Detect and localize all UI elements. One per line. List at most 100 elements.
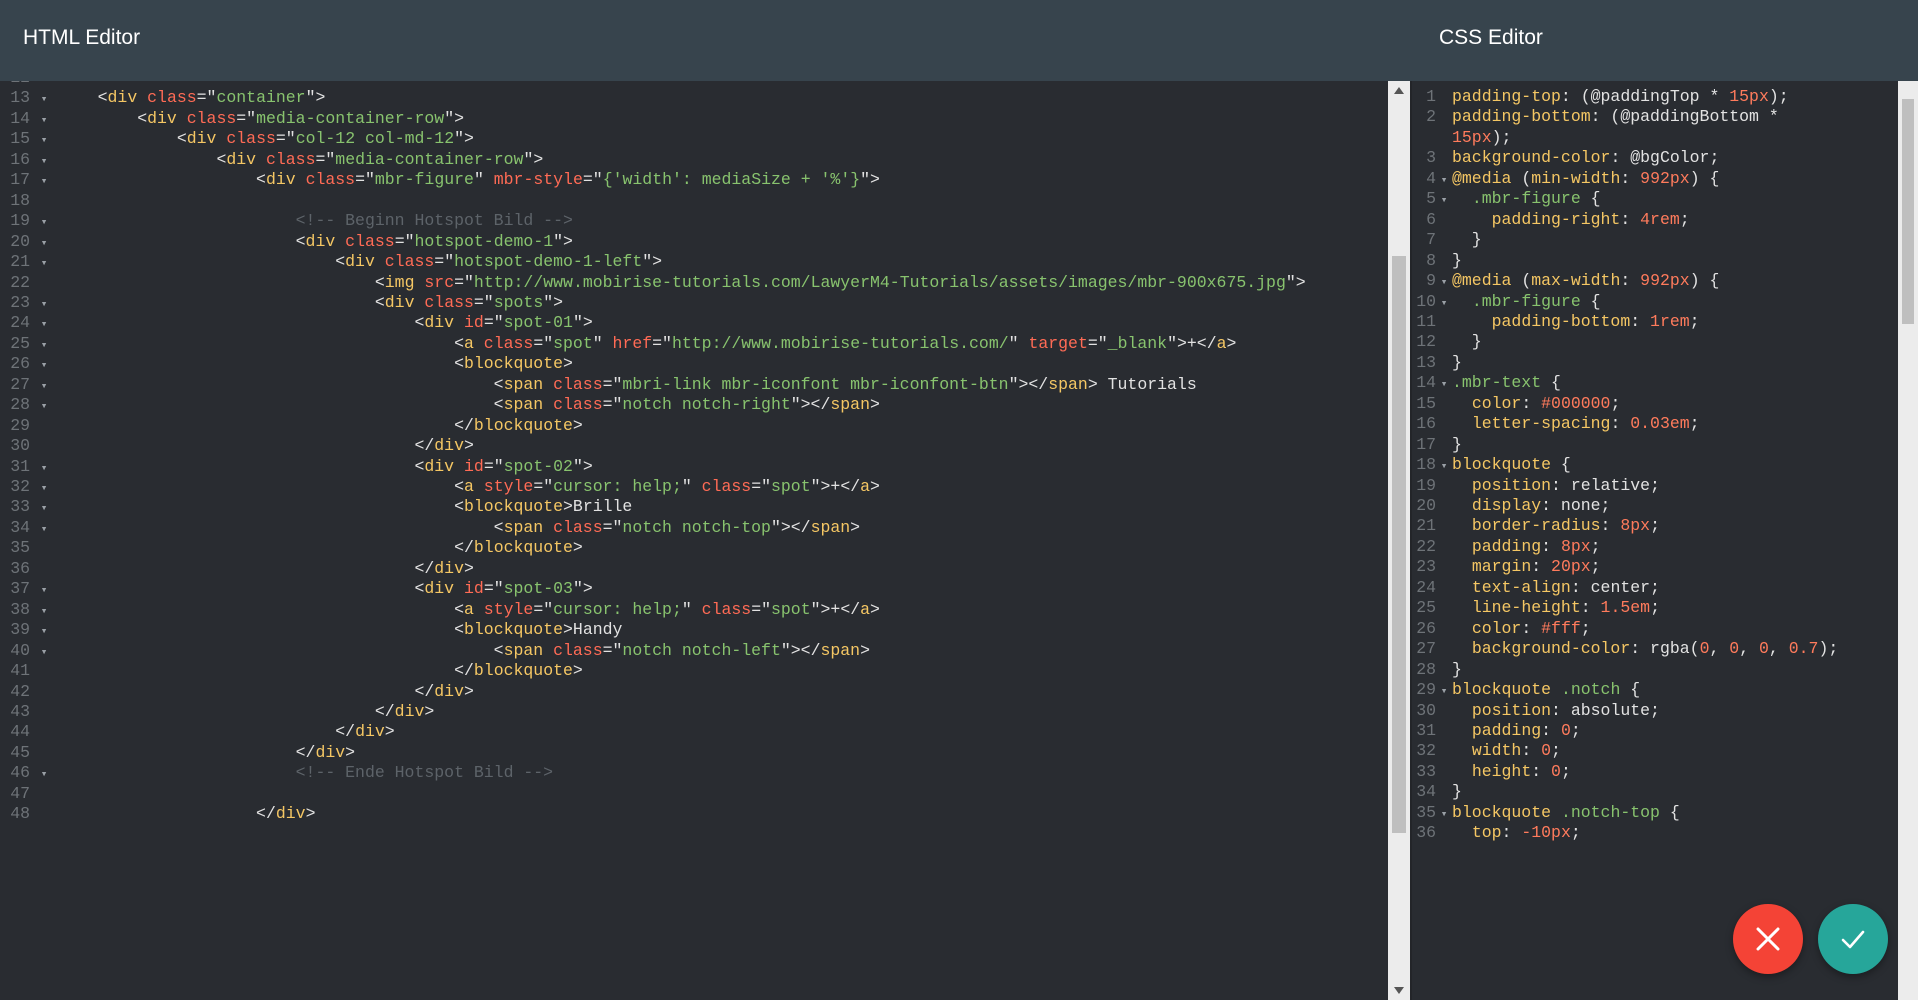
code-line[interactable]: 15px); — [1412, 128, 1511, 148]
fold-arrow-icon[interactable]: ▾ — [30, 479, 58, 499]
fold-arrow-icon[interactable]: ▾ — [30, 172, 58, 192]
code-line[interactable]: 44 </div> — [0, 722, 395, 742]
code-line[interactable]: 25 line-height: 1.5em; — [1412, 598, 1660, 618]
code-line[interactable]: 36 top: -10px; — [1412, 823, 1581, 843]
code-line[interactable]: 30 position: absolute; — [1412, 701, 1660, 721]
fold-arrow-icon[interactable]: ▾ — [1436, 682, 1452, 702]
code-line[interactable]: 12 } — [1412, 332, 1482, 352]
code-line[interactable]: 8} — [1412, 251, 1462, 271]
code-line[interactable]: 9 ▾ @media (max-width: 992px) { — [1412, 271, 1719, 291]
fold-arrow-icon[interactable]: ▾ — [1436, 375, 1452, 395]
code-line[interactable]: 34 ▾ <span class="notch notch-top"></span… — [0, 518, 860, 538]
code-line[interactable]: 16 ▾ <div class="media-container-row"> — [0, 150, 543, 170]
scroll-down-arrow-icon[interactable] — [1394, 987, 1404, 994]
code-line[interactable]: 19 ▾ <!-- Beginn Hotspot Bild --> — [0, 211, 573, 231]
code-line[interactable]: 13} — [1412, 353, 1462, 373]
code-line[interactable]: 21 border-radius: 8px; — [1412, 516, 1660, 536]
code-line[interactable]: 23 ▾ <div class="spots"> — [0, 293, 563, 313]
code-line[interactable]: 32 width: 0; — [1412, 741, 1561, 761]
fold-arrow-icon[interactable]: ▾ — [30, 765, 58, 785]
fold-arrow-icon[interactable]: ▾ — [1436, 171, 1452, 191]
fold-arrow-icon[interactable]: ▾ — [30, 336, 58, 356]
css-scrollbar-thumb[interactable] — [1902, 99, 1914, 324]
code-line[interactable]: 24 text-align: center; — [1412, 578, 1660, 598]
code-line[interactable]: 28 ▾ <span class="notch notch-right"></sp… — [0, 395, 880, 415]
scroll-up-arrow-icon[interactable] — [1394, 87, 1404, 94]
code-line[interactable]: 29 </blockquote> — [0, 416, 583, 436]
code-line[interactable]: 31 ▾ <div id="spot-02"> — [0, 457, 593, 477]
code-line[interactable]: 26 ▾ <blockquote> — [0, 354, 573, 374]
code-line[interactable]: 48 </div> — [0, 804, 315, 824]
code-line[interactable]: 15 ▾ <div class="col-12 col-md-12"> — [0, 129, 474, 149]
code-line[interactable]: 34} — [1412, 782, 1462, 802]
fold-arrow-icon[interactable]: ▾ — [30, 152, 58, 172]
code-line[interactable]: 45 </div> — [0, 743, 355, 763]
code-line[interactable]: 6 padding-right: 4rem; — [1412, 210, 1690, 230]
code-line[interactable]: 37 ▾ <div id="spot-03"> — [0, 579, 593, 599]
code-line[interactable]: 26 color: #fff; — [1412, 619, 1590, 639]
code-line[interactable]: 42 </div> — [0, 682, 474, 702]
fold-arrow-icon[interactable]: ▾ — [1436, 457, 1452, 477]
code-line[interactable]: 36 </div> — [0, 559, 474, 579]
fold-arrow-icon[interactable]: ▾ — [30, 622, 58, 642]
fold-arrow-icon[interactable]: ▾ — [30, 581, 58, 601]
cancel-button[interactable] — [1733, 904, 1803, 974]
fold-arrow-icon[interactable]: ▾ — [30, 499, 58, 519]
html-editor-scrollbar[interactable] — [1388, 81, 1410, 1000]
code-line[interactable]: 41 </blockquote> — [0, 661, 583, 681]
code-line[interactable]: 15 color: #000000; — [1412, 394, 1620, 414]
code-line[interactable]: 35 </blockquote> — [0, 538, 583, 558]
fold-arrow-icon[interactable]: ▾ — [1436, 805, 1452, 825]
code-line[interactable]: 39 ▾ <blockquote>Handy — [0, 620, 622, 640]
code-line[interactable]: 18 ▾ blockquote { — [1412, 455, 1571, 475]
code-line[interactable]: 18 — [0, 191, 58, 211]
code-line[interactable]: 5 ▾ .mbr-figure { — [1412, 189, 1600, 211]
code-line[interactable]: 21 ▾ <div class="hotspot-demo-1-left"> — [0, 252, 662, 272]
fold-arrow-icon[interactable]: ▾ — [30, 643, 58, 663]
code-line[interactable]: 30 </div> — [0, 436, 474, 456]
code-line[interactable]: 28} — [1412, 660, 1462, 680]
code-line[interactable]: 3 background-color: @bgColor; — [1412, 148, 1719, 168]
html-scrollbar-thumb[interactable] — [1392, 256, 1406, 833]
code-line[interactable]: 27 ▾ <span class="mbri-link mbr-iconfont … — [0, 375, 1197, 395]
code-line[interactable]: 17 ▾ <div class="mbr-figure" mbr-style="{… — [0, 170, 880, 190]
fold-arrow-icon[interactable]: ▾ — [30, 315, 58, 335]
code-line[interactable]: 7 } — [1412, 230, 1482, 250]
fold-arrow-icon[interactable]: ▾ — [30, 377, 58, 397]
fold-arrow-icon[interactable]: ▾ — [30, 111, 58, 131]
fold-arrow-icon[interactable]: ▾ — [1436, 191, 1452, 211]
fold-arrow-icon[interactable]: ▾ — [1436, 273, 1452, 293]
code-line[interactable]: 35 ▾ blockquote .notch-top { — [1412, 803, 1680, 823]
fold-arrow-icon[interactable]: ▾ — [30, 254, 58, 274]
fold-arrow-icon[interactable]: ▾ — [30, 213, 58, 233]
code-line[interactable]: 13 ▾ <div class="container"> — [0, 88, 325, 108]
code-line[interactable]: 1 padding-top: (@paddingTop * 15px); — [1412, 87, 1789, 107]
fold-arrow-icon[interactable]: ▾ — [30, 520, 58, 540]
code-line[interactable]: 33 ▾ <blockquote>Brille — [0, 497, 632, 517]
code-line[interactable]: 12 — [0, 81, 58, 88]
code-line[interactable]: 20 display: none; — [1412, 496, 1610, 516]
fold-arrow-icon[interactable]: ▾ — [30, 397, 58, 417]
code-line[interactable]: 4 ▾ @media (min-width: 992px) { — [1412, 169, 1719, 189]
fold-arrow-icon[interactable]: ▾ — [1436, 294, 1452, 314]
fold-arrow-icon[interactable]: ▾ — [30, 459, 58, 479]
code-line[interactable]: 33 height: 0; — [1412, 762, 1571, 782]
code-line[interactable]: 16 letter-spacing: 0.03em; — [1412, 414, 1699, 434]
code-line[interactable]: 20 ▾ <div class="hotspot-demo-1"> — [0, 232, 573, 252]
code-line[interactable]: 22 padding: 8px; — [1412, 537, 1600, 557]
code-line[interactable]: 46 ▾ <!-- Ende Hotspot Bild --> — [0, 763, 553, 783]
html-code-editor[interactable]: 1213▾ <div class="container">14▾ <div cl… — [0, 81, 1388, 1000]
code-line[interactable]: 10 ▾ .mbr-figure { — [1412, 292, 1600, 314]
code-line[interactable]: 23 margin: 20px; — [1412, 557, 1600, 577]
code-line[interactable]: 17} — [1412, 435, 1462, 455]
code-line[interactable]: 22 <img src="http://www.mobirise-tutoria… — [0, 273, 1305, 293]
code-line[interactable]: 2 padding-bottom: (@paddingBottom * — [1412, 107, 1779, 127]
code-line[interactable]: 43 </div> — [0, 702, 434, 722]
code-line[interactable]: 25 ▾ <a class="spot" href="http://www.mob… — [0, 334, 1236, 354]
code-line[interactable]: 40 ▾ <span class="notch notch-left"></spa… — [0, 641, 870, 661]
fold-arrow-icon[interactable]: ▾ — [30, 234, 58, 254]
code-line[interactable]: 47 — [0, 784, 58, 804]
code-line[interactable]: 32 ▾ <a style="cursor: help;" class="spot… — [0, 477, 880, 497]
fold-arrow-icon[interactable]: ▾ — [30, 295, 58, 315]
code-line[interactable]: 29 ▾ blockquote .notch { — [1412, 680, 1640, 700]
